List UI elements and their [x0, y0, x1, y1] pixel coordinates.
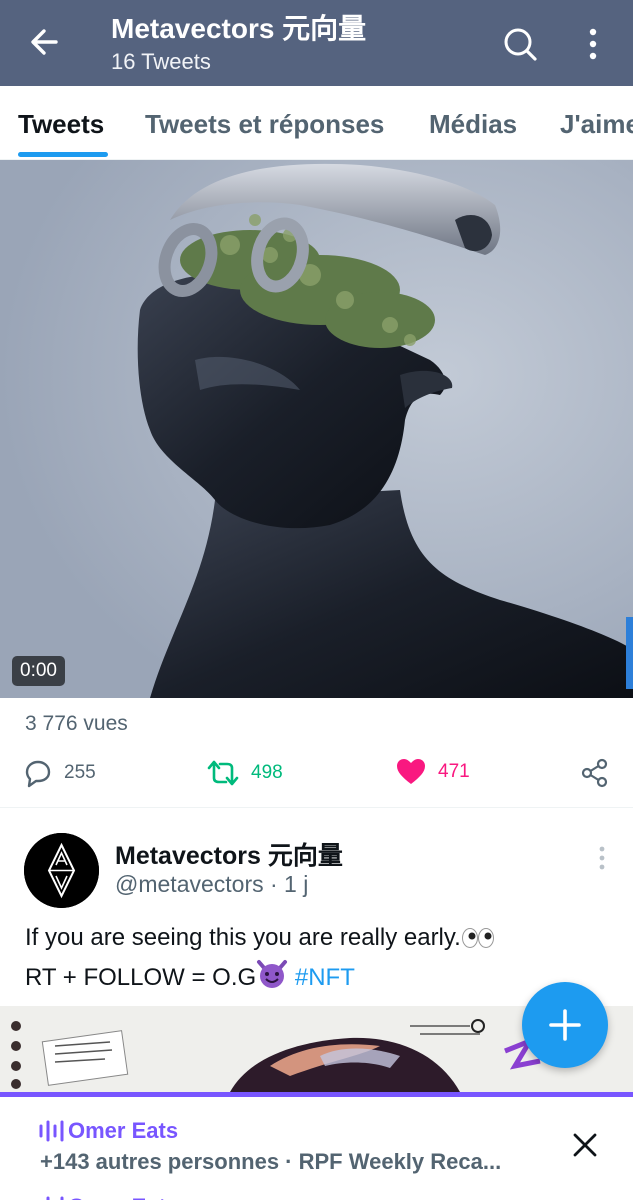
avatar[interactable] [24, 833, 99, 908]
more-vertical-icon [599, 846, 605, 870]
share-icon [581, 758, 608, 788]
profile-title: Metavectors 元向量 [111, 13, 367, 44]
search-icon [504, 28, 537, 61]
spaces-bar-accent [0, 1092, 633, 1097]
reply-count: 255 [64, 762, 96, 783]
active-tab-indicator [18, 152, 108, 157]
audio-bars-icon [46, 1196, 64, 1200]
space-title-peek: Omer Eats [68, 1194, 178, 1200]
like-count: 471 [438, 761, 470, 782]
share-button[interactable] [580, 758, 610, 788]
spaces-bar[interactable]: Omer Eats +143 autres personnes · RPF We… [0, 1092, 633, 1200]
metavectors-logo [24, 833, 99, 908]
retweet-button[interactable]: 498 [207, 758, 283, 788]
hashtag-link[interactable]: #NFT [295, 964, 355, 991]
profile-header: Metavectors 元向量 16 Tweets [0, 0, 633, 86]
tweet-video[interactable] [0, 160, 633, 698]
view-count: 3 776 vues [25, 712, 128, 735]
tab-likes[interactable]: J'aime [560, 86, 633, 159]
space-host: Omer Eats [38, 1118, 178, 1144]
search-button[interactable] [500, 24, 540, 64]
tweet-divider [0, 807, 633, 808]
retweet-icon [207, 760, 239, 786]
reply-icon [25, 760, 51, 788]
tweet-author-name[interactable]: Metavectors 元向量 [115, 836, 343, 872]
more-options-button[interactable] [578, 24, 608, 64]
tab-tweets[interactable]: Tweets [18, 86, 104, 159]
smiling-devil-emoji [256, 959, 288, 999]
space-title: Omer Eats [68, 1118, 179, 1143]
retweet-count: 498 [251, 762, 283, 783]
close-icon [573, 1133, 597, 1157]
tweet-more-button[interactable] [594, 844, 610, 874]
tweet-actions: 255 498 471 [0, 752, 633, 796]
close-space-button[interactable] [570, 1130, 600, 1160]
plus-icon [549, 1009, 581, 1041]
audio-bars-icon [39, 1120, 64, 1142]
tweet-text-line-2: RT + FOLLOW = O.G [25, 964, 257, 991]
video-duration-badge: 0:00 [12, 656, 65, 686]
tab-media[interactable]: Médias [429, 86, 517, 159]
compose-tweet-button[interactable] [522, 982, 608, 1068]
back-button[interactable] [26, 24, 62, 60]
video-edge-strip [626, 617, 633, 689]
like-button[interactable]: 471 [396, 758, 470, 786]
arrow-left-icon [31, 29, 58, 55]
heart-icon [397, 759, 425, 784]
tab-tweets-and-replies[interactable]: Tweets et réponses [145, 86, 384, 159]
tweet-text-line-1: If you are seeing this you are really ea… [25, 924, 461, 951]
space-subtitle: +143 autres personnes · RPF Weekly Reca.… [40, 1149, 502, 1174]
video-thumbnail [0, 160, 633, 698]
eyes-emoji [461, 924, 495, 959]
profile-tabs: Tweets Tweets et réponses Médias J'aime [0, 86, 633, 160]
tweet-author-handle: @metavectors · 1 j [115, 871, 309, 897]
space-host-peek: Omer Eats [38, 1194, 178, 1200]
reply-button[interactable]: 255 [22, 758, 96, 788]
tweet-count: 16 Tweets [111, 49, 211, 74]
more-vertical-icon [589, 28, 597, 60]
